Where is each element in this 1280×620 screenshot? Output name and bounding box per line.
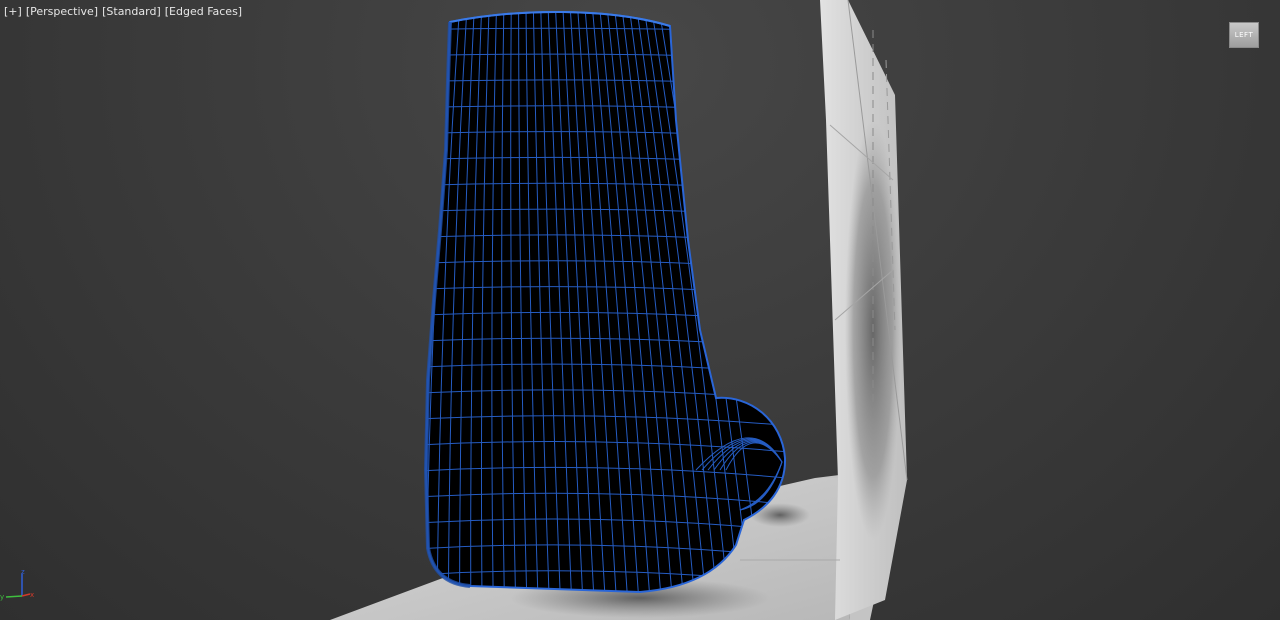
boot-silhouette xyxy=(424,10,787,594)
viewport-menu-display-mode[interactable]: [Edged Faces] xyxy=(165,5,242,19)
axis-z-label: z xyxy=(21,568,25,576)
viewport-label-bar: [+] [Perspective] [Standard] [Edged Face… xyxy=(4,5,242,19)
viewcube-face-label: LEFT xyxy=(1234,31,1254,39)
axis-tripod-icon: z x y xyxy=(0,568,34,601)
3d-viewport[interactable]: [+] [Perspective] [Standard] [Edged Face… xyxy=(0,0,1280,620)
boot-mesh xyxy=(423,10,787,594)
scene-canvas[interactable] xyxy=(0,0,1280,620)
viewport-menu-plus[interactable]: [+] xyxy=(4,5,22,19)
viewport-menu-shading-preset[interactable]: [Standard] xyxy=(102,5,161,19)
axis-y-label: y xyxy=(0,593,4,601)
viewcube-icon[interactable]: LEFT xyxy=(1229,22,1259,48)
viewport-menu-view[interactable]: [Perspective] xyxy=(26,5,98,19)
axis-x-label: x xyxy=(30,591,34,599)
